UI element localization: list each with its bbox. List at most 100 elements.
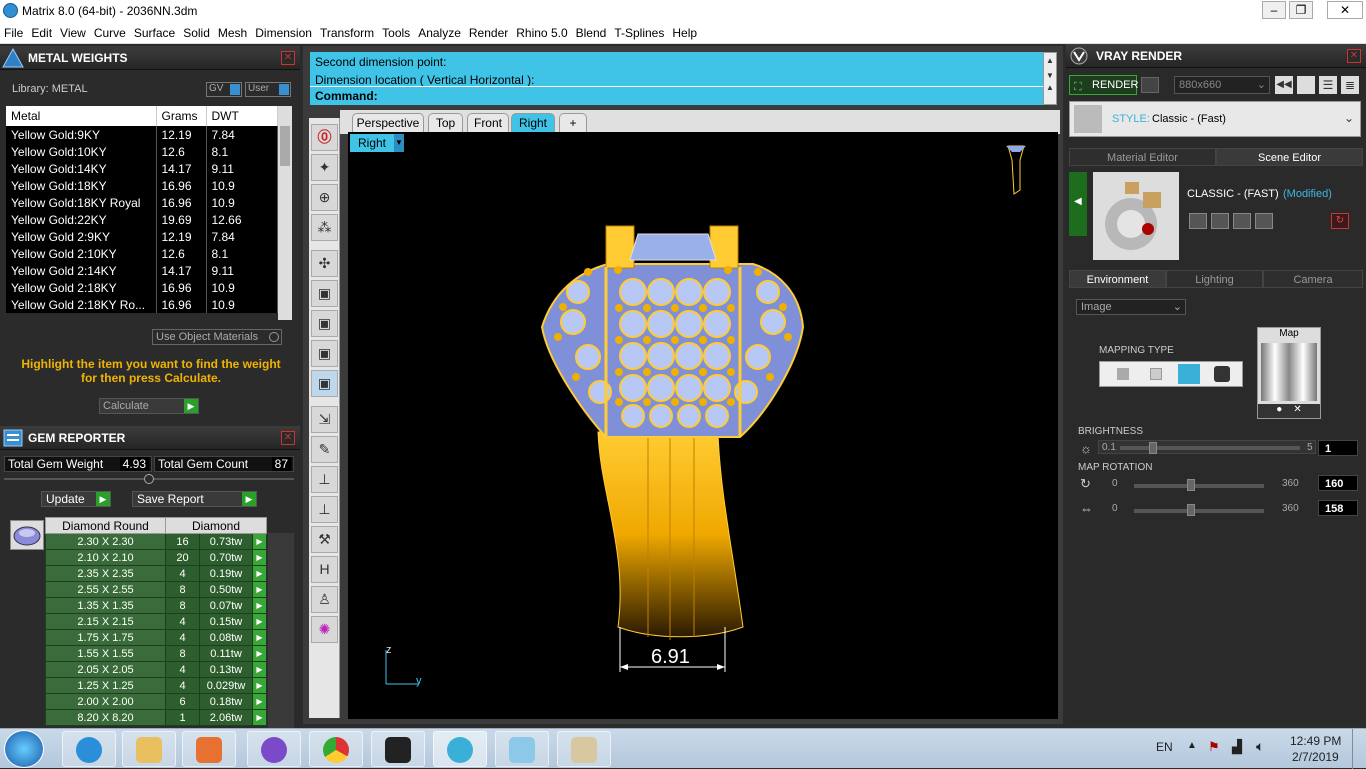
col-diamond[interactable]: Diamond [165, 517, 267, 534]
stop-icon[interactable]: ⓪ [311, 124, 338, 151]
gem-row[interactable]: 2.10 X 2.10 20 0.70tw ▶ [45, 549, 267, 566]
rotation2-slider-knob[interactable] [1187, 504, 1195, 516]
rotation1-slider[interactable] [1134, 484, 1264, 488]
tab-environment[interactable]: Environment [1069, 270, 1166, 288]
menu-dimension[interactable]: Dimension [251, 22, 316, 44]
rotation2-slider[interactable] [1134, 509, 1264, 513]
network-icon[interactable]: ▟ [1232, 739, 1242, 755]
gem-row[interactable]: 2.30 X 2.30 16 0.73tw ▶ [45, 533, 267, 550]
menu-icon[interactable]: ≣ [1341, 76, 1359, 94]
viewport-right[interactable]: Right ▼ 6.91 z y [348, 132, 1058, 719]
tab-top[interactable]: Top [428, 113, 463, 132]
import-icon[interactable] [1233, 213, 1251, 229]
select-gem-arrow-icon[interactable]: ▶ [252, 581, 267, 598]
menu-blend[interactable]: Blend [572, 22, 611, 44]
gem-row[interactable]: 2.05 X 2.05 4 0.13tw ▶ [45, 661, 267, 678]
matrix-icon[interactable] [433, 731, 487, 767]
media-icon[interactable] [182, 731, 236, 767]
menu-tools[interactable]: Tools [378, 22, 414, 44]
globe-icon[interactable]: ⊕ [311, 184, 338, 211]
splitter-knob[interactable] [144, 474, 154, 484]
brightness-slider[interactable] [1120, 446, 1300, 450]
start-button[interactable] [4, 730, 44, 768]
pin-icon[interactable]: ✦ [311, 154, 338, 181]
rotation1-slider-knob[interactable] [1187, 479, 1195, 491]
close-icon[interactable]: ✕ [281, 51, 295, 65]
metal-row[interactable]: Yellow Gold:18KY Royal 16.96 10.9 [6, 194, 278, 211]
chrome-icon[interactable] [309, 731, 363, 767]
menu-transform[interactable]: Transform [316, 22, 378, 44]
add-viewport-icon[interactable]: + [559, 113, 587, 132]
menu-mesh[interactable]: Mesh [214, 22, 251, 44]
h-icon[interactable]: H [311, 556, 338, 583]
menu-tsplines[interactable]: T-Splines [610, 22, 668, 44]
select-gem-arrow-icon[interactable]: ▶ [252, 613, 267, 630]
gem-row[interactable]: 2.35 X 2.35 4 0.19tw ▶ [45, 565, 267, 582]
rotation2-value[interactable]: 158 [1318, 500, 1358, 516]
export-icon[interactable] [1255, 213, 1273, 229]
close-icon[interactable]: ✕ [1347, 49, 1361, 63]
screen-mapping-icon[interactable] [1214, 366, 1230, 382]
metal-row[interactable]: Yellow Gold:14KY 14.17 9.11 [6, 160, 278, 177]
menu-edit[interactable]: Edit [27, 22, 56, 44]
maximize-button[interactable]: ❐ [1289, 1, 1313, 19]
menu-rhino[interactable]: Rhino 5.0 [512, 22, 571, 44]
col-diamond-round[interactable]: Diamond Round [45, 517, 166, 534]
paint-icon[interactable] [557, 731, 611, 767]
gem-row[interactable]: 1.35 X 1.35 8 0.07tw ▶ [45, 597, 267, 614]
tab-lighting[interactable]: Lighting [1166, 270, 1263, 288]
box-mapping-icon[interactable] [1150, 368, 1162, 380]
select-gem-arrow-icon[interactable]: ▶ [252, 597, 267, 614]
map-slot[interactable]: Map ● ✕ [1257, 327, 1321, 419]
save-report-button[interactable]: Save Report ▶ [132, 491, 257, 507]
user-toggle[interactable]: User [245, 82, 291, 97]
col-grams[interactable]: Grams [156, 106, 207, 126]
save-icon[interactable] [1189, 213, 1207, 229]
close-icon[interactable]: ✕ [281, 431, 295, 445]
ie-icon[interactable] [62, 731, 116, 767]
axis-icon[interactable]: ✣ [311, 250, 338, 277]
update-button[interactable]: Update ▶ [41, 491, 111, 507]
gv-toggle[interactable]: GV [206, 82, 242, 97]
use-object-materials-checkbox[interactable]: Use Object Materials [152, 329, 282, 345]
select-gem-arrow-icon[interactable]: ▶ [252, 629, 267, 646]
col-dwt[interactable]: DWT [206, 106, 278, 126]
render-button[interactable]: ⛶ RENDER [1069, 75, 1138, 95]
menu-analyze[interactable]: Analyze [414, 22, 465, 44]
environment-type-dropdown[interactable]: Image ⌄ [1076, 299, 1186, 315]
tab-scene-editor[interactable]: Scene Editor [1216, 148, 1363, 166]
flag-icon[interactable]: ⚑ [1208, 739, 1220, 755]
resolution-dropdown[interactable]: 880x660 ⌄ [1174, 76, 1270, 94]
explorer-icon[interactable] [122, 731, 176, 767]
grid-icon[interactable] [1297, 76, 1315, 94]
command-input-row[interactable]: Command: [310, 86, 1046, 105]
map-clear-icon[interactable]: ● ✕ [1258, 404, 1320, 418]
reset-icon[interactable]: ↻ [1331, 213, 1349, 229]
col-metal[interactable]: Metal [6, 106, 157, 126]
menu-help[interactable]: Help [668, 22, 701, 44]
metal-row[interactable]: Yellow Gold:18KY 16.96 10.9 [6, 177, 278, 194]
metal-row[interactable]: Yellow Gold:9KY 12.19 7.84 [6, 126, 278, 143]
select-gem-arrow-icon[interactable]: ▶ [252, 661, 267, 678]
tab-front[interactable]: Front [467, 113, 509, 132]
select-gem-arrow-icon[interactable]: ▶ [252, 709, 267, 726]
select-gem-arrow-icon[interactable]: ▶ [252, 549, 267, 566]
tab-right[interactable]: Right [511, 113, 555, 132]
show-desktop-button[interactable] [1352, 729, 1366, 769]
brightness-value[interactable]: 1 [1318, 440, 1358, 456]
osnap-r-icon[interactable]: ⊥ [311, 496, 338, 523]
metal-row[interactable]: Yellow Gold 2:18KY 16.96 10.9 [6, 279, 278, 296]
save-as-icon[interactable] [1211, 213, 1229, 229]
box2-icon[interactable]: ▣ [311, 310, 338, 337]
gem-row[interactable]: 1.55 X 1.55 8 0.11tw ▶ [45, 645, 267, 662]
select-gem-arrow-icon[interactable]: ▶ [252, 693, 267, 710]
style-selector[interactable]: STYLE: Classic - (Fast) ⌄ [1069, 101, 1361, 137]
gem-row[interactable]: 8.20 X 8.20 1 2.06tw ▶ [45, 709, 267, 726]
close-button[interactable]: ✕ [1327, 1, 1363, 19]
menu-file[interactable]: File [0, 22, 27, 44]
menu-surface[interactable]: Surface [130, 22, 179, 44]
brush-icon[interactable]: ✎ [311, 436, 338, 463]
wrench-icon[interactable]: ⚒ [311, 526, 338, 553]
list-icon[interactable]: ☰ [1319, 76, 1337, 94]
box-icon[interactable]: ▣ [311, 280, 338, 307]
